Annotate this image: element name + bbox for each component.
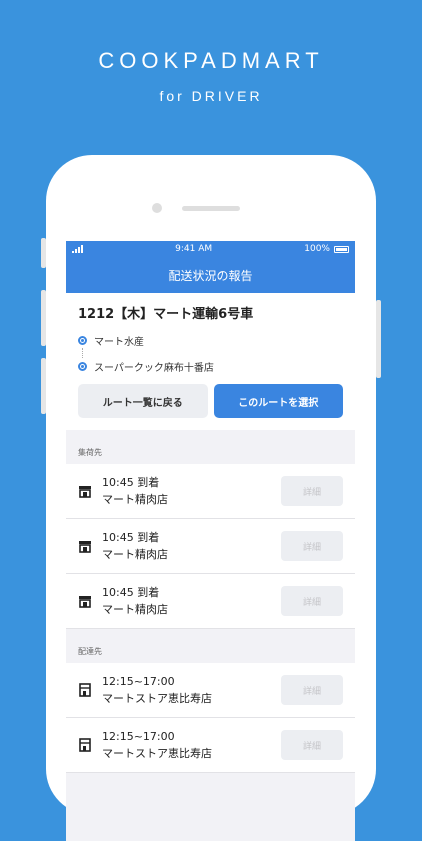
- stop-connector: [82, 348, 343, 358]
- hero-title: COOKPADMART: [98, 48, 324, 73]
- list-item-time: 12:15~17:00: [102, 675, 175, 688]
- list-item[interactable]: 10:45 到着 マート精肉店 詳細: [66, 574, 355, 629]
- list-item-time: 10:45 到着: [102, 476, 160, 489]
- list-item-name: マート精肉店: [102, 603, 168, 616]
- route-stop-label: スーパークック麻布十番店: [94, 362, 214, 374]
- detail-button[interactable]: 詳細: [281, 730, 343, 760]
- detail-button[interactable]: 詳細: [281, 586, 343, 616]
- phone-frame: 9:41 AM 100% 配送状況の報告 1212【木】マート運輸6号車 マート…: [46, 155, 376, 841]
- detail-button[interactable]: 詳細: [281, 531, 343, 561]
- status-bar: 9:41 AM 100%: [66, 241, 355, 257]
- store-icon: [79, 683, 91, 697]
- list-item[interactable]: 12:15~17:00 マートストア恵比寿店 詳細: [66, 663, 355, 718]
- list-item[interactable]: 12:15~17:00 マートストア恵比寿店 詳細: [66, 718, 355, 773]
- list-item[interactable]: 10:45 到着 マート精肉店 詳細: [66, 519, 355, 574]
- nav-title: 配送状況の報告: [168, 268, 253, 283]
- stop-marker-icon: [78, 335, 87, 345]
- list-item[interactable]: 10:45 到着 マート精肉店 詳細: [66, 464, 355, 519]
- route-stop: マート水産: [78, 332, 343, 348]
- speaker-icon: [182, 206, 240, 211]
- list-item-text: 10:45 到着 マート精肉店: [102, 474, 281, 508]
- pickup-header-label: 集荷先: [78, 448, 102, 457]
- list-item-time: 10:45 到着: [102, 586, 160, 599]
- shop-icon: [79, 486, 91, 498]
- list-item-name: マート精肉店: [102, 548, 168, 561]
- battery-percent: 100%: [304, 244, 330, 254]
- hero-subtitle: for DRIVER: [159, 88, 263, 104]
- route-card: 1212【木】マート運輸6号車 マート水産 スーパークック麻布十番店 ルート一覧…: [66, 293, 355, 430]
- camera-icon: [152, 203, 162, 213]
- shop-icon: [79, 596, 91, 608]
- detail-button[interactable]: 詳細: [281, 675, 343, 705]
- stop-marker-icon: [78, 361, 87, 371]
- list-item-name: マートストア恵比寿店: [102, 692, 212, 705]
- list-item-text: 10:45 到着 マート精肉店: [102, 584, 281, 618]
- signal-icon: [72, 245, 83, 253]
- list-item-text: 10:45 到着 マート精肉店: [102, 529, 281, 563]
- route-stop: スーパークック麻布十番店: [78, 358, 343, 374]
- shop-icon: [79, 541, 91, 553]
- route-stop-label: マート水産: [94, 336, 144, 348]
- select-route-button[interactable]: このルートを選択: [213, 384, 343, 418]
- battery-status: 100%: [304, 244, 349, 254]
- list-item-text: 12:15~17:00 マートストア恵比寿店: [102, 728, 281, 762]
- list-item-name: マート精肉店: [102, 493, 168, 506]
- list-item-time: 12:15~17:00: [102, 730, 175, 743]
- pickup-section-header: 集荷先: [66, 430, 355, 464]
- back-to-routes-button[interactable]: ルート一覧に戻る: [78, 384, 208, 418]
- delivery-section-header: 配達先: [66, 629, 355, 663]
- list-item-time: 10:45 到着: [102, 531, 160, 544]
- route-title: 1212【木】マート運輸6号車: [78, 307, 254, 322]
- detail-button[interactable]: 詳細: [281, 476, 343, 506]
- list-item-text: 12:15~17:00 マートストア恵比寿店: [102, 673, 281, 707]
- list-item-name: マートストア恵比寿店: [102, 747, 212, 760]
- delivery-header-label: 配達先: [78, 647, 102, 656]
- app-screen: 9:41 AM 100% 配送状況の報告 1212【木】マート運輸6号車 マート…: [66, 241, 355, 841]
- nav-bar: 配送状況の報告: [66, 257, 355, 293]
- phone-side-button: [376, 300, 381, 378]
- battery-icon: [333, 245, 349, 253]
- status-time: 9:41 AM: [175, 244, 213, 254]
- route-actions: ルート一覧に戻る このルートを選択: [78, 384, 343, 418]
